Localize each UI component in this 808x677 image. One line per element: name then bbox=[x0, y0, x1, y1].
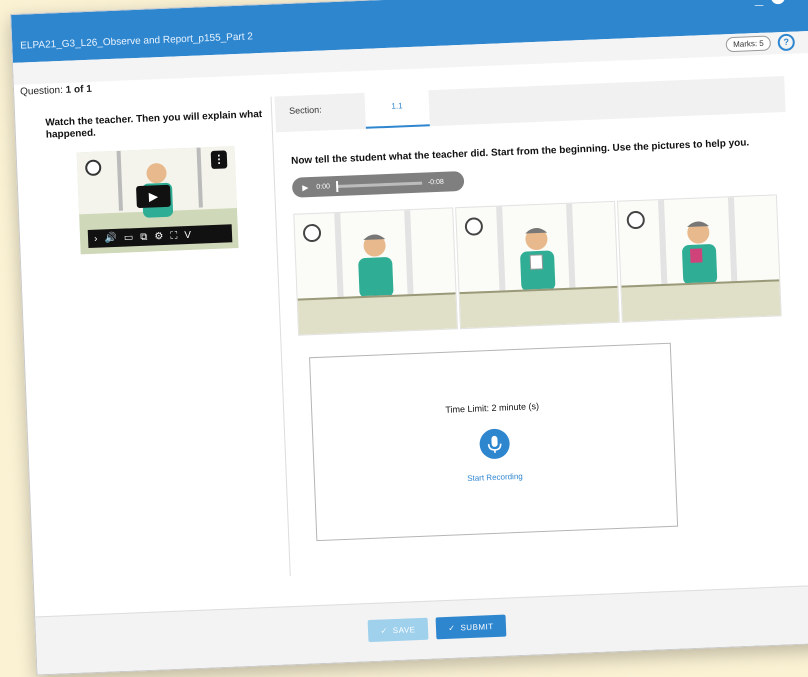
section-bar: Section: 1.1 bbox=[274, 75, 786, 133]
question-counter-value: 1 of 1 bbox=[65, 83, 93, 96]
window-title: ELPA21_G3_L26_Observe and Report_p155_Pa… bbox=[20, 31, 254, 52]
audio-seek-bar[interactable] bbox=[335, 181, 422, 188]
wall-panel bbox=[496, 206, 506, 293]
teacher-illustration bbox=[682, 221, 718, 285]
teacher-illustration bbox=[358, 234, 394, 298]
counter-top bbox=[621, 279, 781, 322]
wall-panel bbox=[334, 212, 344, 300]
assessment-window: ELPA21_G3_L26_Observe and Report_p155_Pa… bbox=[10, 0, 808, 676]
tab-section-1-1[interactable]: 1.1 bbox=[364, 90, 430, 129]
submit-button[interactable]: ✓ SUBMIT bbox=[435, 614, 507, 640]
picture-3 bbox=[616, 194, 782, 323]
microphone-button[interactable] bbox=[479, 428, 511, 460]
question-counter-prefix: Question: bbox=[19, 84, 64, 98]
wall-panel bbox=[404, 210, 414, 297]
save-button-label: SAVE bbox=[392, 624, 416, 635]
counter-top bbox=[297, 292, 457, 335]
right-panel: Section: 1.1 Now tell the student what t… bbox=[274, 75, 808, 576]
wall-panel bbox=[727, 197, 738, 284]
audio-player[interactable]: ▶ 0:00 -0:08 bbox=[291, 170, 465, 198]
submit-button-label: SUBMIT bbox=[460, 621, 494, 632]
left-panel: Watch the teacher. Then you will explain… bbox=[28, 96, 291, 586]
marks-badge: Marks: 5 bbox=[725, 35, 772, 53]
video-next-icon[interactable]: › bbox=[94, 233, 98, 244]
start-recording-link[interactable]: Start Recording bbox=[315, 466, 675, 489]
picture-strip bbox=[293, 194, 782, 336]
microphone-icon bbox=[487, 435, 502, 453]
wall-panel bbox=[566, 203, 576, 290]
volume-icon[interactable]: 🔊 bbox=[104, 232, 117, 243]
vimeo-logo-icon[interactable]: V bbox=[184, 229, 191, 240]
picture-1 bbox=[293, 207, 459, 336]
clock-icon bbox=[302, 223, 322, 243]
video-play-button[interactable]: ▶ bbox=[136, 184, 171, 209]
time-limit-label: Time Limit: 2 minute (s) bbox=[445, 401, 540, 415]
video-prompt: Watch the teacher. Then you will explain… bbox=[45, 108, 263, 141]
task-instruction: Now tell the student what the teacher di… bbox=[290, 137, 750, 167]
question-counter: Question: 1 of 1 bbox=[20, 84, 92, 98]
recording-panel: Time Limit: 2 minute (s) Start Recording bbox=[309, 342, 679, 542]
fullscreen-icon[interactable]: ⛶ bbox=[170, 230, 177, 241]
minimize-button[interactable]: _ bbox=[754, 0, 763, 8]
check-icon: ✓ bbox=[380, 625, 388, 636]
clock-icon bbox=[464, 217, 484, 236]
help-icon[interactable]: ? bbox=[777, 33, 796, 52]
counter-top bbox=[459, 285, 619, 329]
video-menu-icon[interactable]: ⋮ bbox=[210, 150, 228, 170]
audio-current-time: 0:00 bbox=[316, 182, 331, 191]
picture-2 bbox=[455, 200, 620, 330]
check-icon: ✓ bbox=[448, 623, 456, 633]
footer-bar: ✓ SAVE ✓ SUBMIT bbox=[35, 584, 808, 676]
video-player[interactable]: ▶ ⋮ › 🔊 ▭ ⧉ ⚙ ⛶ V bbox=[76, 146, 239, 255]
save-button[interactable]: ✓ SAVE bbox=[367, 617, 429, 643]
teacher-illustration bbox=[520, 228, 556, 292]
settings-icon[interactable]: ⚙ bbox=[154, 231, 163, 242]
section-label: Section: bbox=[288, 104, 322, 116]
close-button[interactable]: ✕ bbox=[770, 0, 786, 5]
clock-icon bbox=[626, 210, 646, 230]
captions-icon[interactable]: ▭ bbox=[124, 232, 134, 243]
audio-play-icon[interactable]: ▶ bbox=[302, 183, 309, 192]
audio-remaining-time: -0:08 bbox=[427, 178, 444, 186]
pip-icon[interactable]: ⧉ bbox=[140, 231, 148, 242]
wall-panel bbox=[657, 199, 668, 287]
